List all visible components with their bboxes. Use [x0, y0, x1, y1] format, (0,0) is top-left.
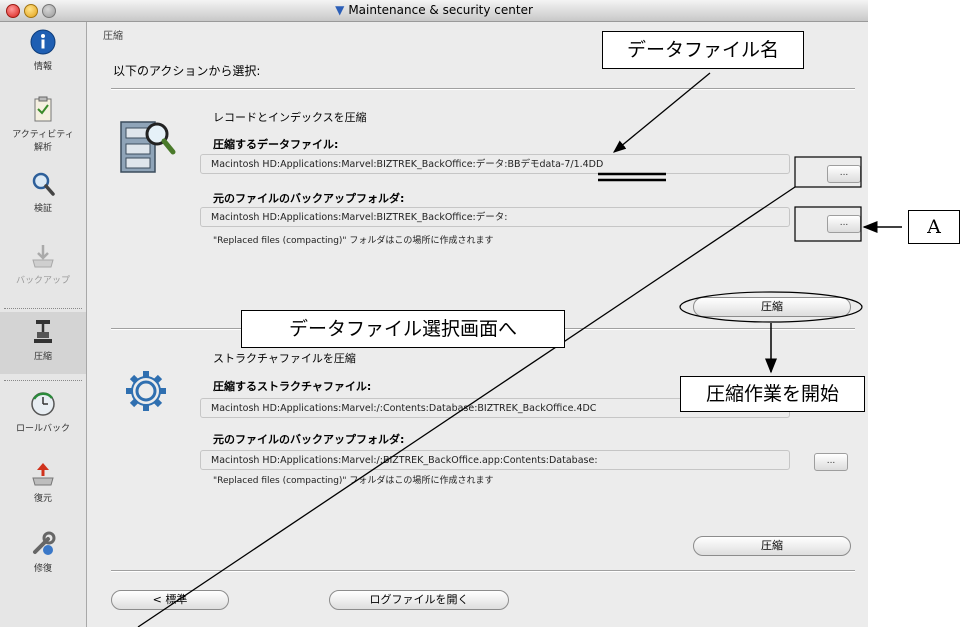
file-cabinet-magnifier-icon [120, 121, 176, 173]
compact-structure-button[interactable]: 圧縮 [693, 536, 851, 556]
magnifier-icon [32, 172, 55, 196]
records-backup-note: "Replaced files (compacting)" フォルダはこの場所に… [213, 236, 494, 246]
data-file-selection-callout: データファイル選択画面へ [241, 310, 565, 348]
structure-file-label: 圧縮するストラクチャファイル: [213, 380, 372, 393]
window-title: ▼ Maintenance & security center [0, 3, 868, 17]
data-file-browse-button[interactable]: ... [827, 165, 861, 183]
shield-icon: ▼ [335, 3, 345, 17]
sidebar-item-backup[interactable]: バックアップ [0, 242, 86, 294]
sidebar-item-activity-analysis[interactable]: アクティビティ 解析 [0, 96, 86, 156]
info-icon [30, 29, 56, 55]
title-bar: ▼ Maintenance & security center [0, 0, 868, 22]
sidebar-item-label: アクティビティ [12, 130, 74, 140]
separator [111, 88, 855, 90]
records-section-title: レコードとインデックスを圧縮 [213, 111, 367, 124]
backup-folder-browse-button[interactable]: ... [827, 215, 861, 233]
data-file-name-callout: データファイル名 [602, 31, 804, 69]
sidebar-item-restore[interactable]: 復元 [0, 460, 86, 514]
compact-press-icon [34, 320, 52, 343]
structure-backup-browse-button[interactable]: ... [814, 453, 848, 471]
marker-a-callout: A [908, 210, 960, 244]
restore-up-arrow-icon [32, 463, 54, 486]
sidebar-item-label: 修復 [33, 564, 52, 574]
sidebar-divider [4, 308, 82, 309]
repair-wrench-icon [33, 531, 56, 555]
standard-mode-button[interactable]: < 標準 [111, 590, 229, 610]
data-file-path-field: Macintosh HD:Applications:Marvel:BIZTREK… [200, 154, 790, 174]
sidebar-item-info[interactable]: 情報 [0, 28, 86, 86]
structure-backup-folder-label: 元のファイルのバックアップフォルダ: [213, 433, 405, 446]
sidebar-item-label: 解析 [33, 143, 52, 153]
clipboard-icon [34, 96, 52, 122]
sidebar-item-rollback[interactable]: ロールバック [0, 390, 86, 444]
data-file-label: 圧縮するデータファイル: [213, 138, 339, 151]
sidebar-item-label: 復元 [33, 494, 52, 504]
data-backup-folder-label: 元のファイルのバックアップフォルダ: [213, 192, 405, 205]
sidebar-item-verify[interactable]: 検証 [0, 170, 86, 222]
structure-backup-note: "Replaced files (compacting)" フォルダはこの場所に… [213, 476, 494, 486]
sidebar-item-label: 圧縮 [33, 352, 52, 362]
structure-section-title: ストラクチャファイルを圧縮 [213, 352, 356, 365]
sidebar-divider [4, 380, 82, 381]
gear-icon [126, 371, 166, 411]
choose-action-heading: 以下のアクションから選択: [113, 64, 261, 78]
sidebar-item-label: 情報 [33, 62, 52, 72]
window-title-text: Maintenance & security center [348, 3, 533, 17]
separator [111, 570, 855, 572]
open-log-file-button[interactable]: ログファイルを開く [329, 590, 509, 610]
sidebar-item-repair[interactable]: 修復 [0, 530, 86, 584]
backup-tray-icon [32, 245, 54, 268]
start-compaction-callout: 圧縮作業を開始 [680, 376, 865, 412]
structure-backup-folder-field: Macintosh HD:Applications:Marvel:/:BIZTR… [200, 450, 790, 470]
sidebar-item-label: ロールバック [15, 424, 70, 434]
rollback-clock-icon [31, 392, 55, 416]
data-backup-folder-field: Macintosh HD:Applications:Marvel:BIZTREK… [200, 207, 790, 227]
sidebar-item-label: バックアップ [15, 276, 70, 286]
sidebar-item-label: 検証 [33, 204, 52, 214]
compact-records-button[interactable]: 圧縮 [693, 297, 851, 317]
section-label: 圧縮 [103, 31, 123, 42]
sidebar: 情報 アクティビティ 解析 検証 バックアップ 圧縮 ロールバック 復元 修復 [0, 22, 87, 627]
sidebar-item-compact[interactable]: 圧縮 [0, 312, 86, 374]
